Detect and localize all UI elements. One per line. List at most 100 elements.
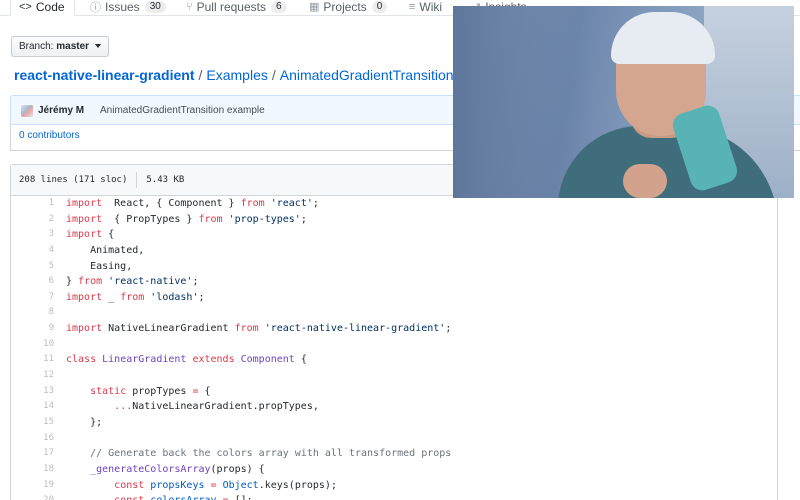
tab-wiki[interactable]: ≡ Wiki bbox=[409, 0, 442, 16]
line-number[interactable]: 4 bbox=[11, 243, 54, 259]
code-text: import { bbox=[66, 227, 114, 243]
line-number[interactable]: 5 bbox=[11, 259, 54, 275]
code-token: from bbox=[198, 213, 223, 225]
line-number[interactable]: 11 bbox=[11, 352, 54, 368]
line-number[interactable]: 13 bbox=[11, 384, 54, 400]
tab-issues[interactable]: ⓘ Issues 30 bbox=[90, 0, 166, 16]
tab-counter: 6 bbox=[270, 0, 287, 13]
breadcrumb-repo-link[interactable]: react-native-linear-gradient bbox=[14, 67, 195, 83]
code-token: from bbox=[240, 198, 265, 209]
tab-code[interactable]: <> Code bbox=[10, 0, 75, 16]
code-line: 3 import { bbox=[11, 227, 777, 243]
file-viewer: 208 lines (171 sloc) 5.43 KB 1 import Rea… bbox=[10, 164, 778, 500]
code-token: _generateColorsArray bbox=[90, 463, 211, 475]
code-token: = bbox=[204, 479, 217, 491]
code-token: colorsArray bbox=[144, 495, 216, 500]
tab-counter: 0 bbox=[371, 0, 388, 13]
code-token: propTypes bbox=[126, 385, 193, 397]
code-token: _ bbox=[102, 291, 121, 303]
code-line: 6} from 'react-native'; bbox=[11, 274, 777, 290]
code-line: 13 static propTypes = { bbox=[11, 384, 777, 400]
code-line: 7 import _ from 'lodash'; bbox=[11, 290, 777, 306]
line-number[interactable]: 9 bbox=[11, 321, 54, 337]
line-number[interactable]: 1 bbox=[11, 196, 54, 212]
line-number[interactable]: 15 bbox=[11, 415, 54, 431]
code-line: 18 _generateColorsArray(props) { bbox=[11, 462, 777, 478]
code-line: 11 class LinearGradient extends Component… bbox=[11, 352, 777, 368]
breadcrumb-separator: / bbox=[198, 67, 203, 83]
code-text: }; bbox=[66, 415, 102, 431]
code-text: ...NativeLinearGradient.propTypes, bbox=[66, 399, 319, 415]
code-token: 'lodash' bbox=[144, 291, 199, 303]
code-text: const colorsArray = []; bbox=[66, 493, 253, 500]
line-number[interactable]: 20 bbox=[11, 493, 54, 500]
code-token: propsKeys bbox=[144, 479, 205, 491]
code-token: LinearGradient bbox=[96, 354, 187, 366]
line-number[interactable]: 10 bbox=[11, 337, 54, 353]
code-token: const bbox=[114, 479, 145, 491]
tab-projects[interactable]: ▦ Projects 0 bbox=[309, 0, 388, 16]
caret-down-icon bbox=[94, 44, 101, 49]
code-line: 12 bbox=[11, 368, 777, 384]
code-token: extends bbox=[186, 354, 235, 366]
code-text: Animated, bbox=[66, 243, 144, 259]
line-number[interactable]: 6 bbox=[11, 274, 54, 290]
code-token: } bbox=[66, 276, 79, 288]
line-number[interactable]: 7 bbox=[11, 290, 54, 306]
file-size: 5.43 KB bbox=[146, 175, 185, 185]
code-token: // Generate back the colors array with a… bbox=[90, 448, 452, 460]
code-text: class LinearGradient extends Component { bbox=[66, 352, 307, 368]
breadcrumb-separator: / bbox=[271, 67, 276, 83]
breadcrumb-examples-link[interactable]: Examples bbox=[206, 67, 267, 83]
branch-select-button[interactable]: Branch: master bbox=[11, 36, 109, 57]
branch-name: master bbox=[56, 41, 90, 52]
line-number[interactable]: 14 bbox=[11, 399, 54, 415]
line-number[interactable]: 3 bbox=[11, 227, 54, 243]
code-token: ; bbox=[445, 323, 452, 335]
code-token: from bbox=[120, 291, 145, 303]
breadcrumb-folder-link[interactable]: AnimatedGradientTransition bbox=[280, 67, 454, 83]
code-token: ... bbox=[114, 401, 133, 413]
avatar[interactable] bbox=[21, 105, 33, 117]
tab-label: Pull requests bbox=[196, 0, 266, 14]
code-token: ; bbox=[192, 276, 199, 288]
code-token: NativeLinearGradient bbox=[102, 323, 235, 335]
code-token: 'react' bbox=[264, 198, 313, 209]
code-token: { PropTypes } bbox=[102, 213, 199, 225]
code-token: import bbox=[66, 323, 103, 335]
code-token: { bbox=[198, 385, 211, 397]
code-token: []; bbox=[229, 495, 253, 500]
line-number[interactable]: 17 bbox=[11, 446, 54, 462]
video-overlay bbox=[453, 6, 794, 198]
code-line: 9 import NativeLinearGradient from 'react… bbox=[11, 321, 777, 337]
code-line: 2 import { PropTypes } from 'prop-types'; bbox=[11, 212, 777, 228]
line-number[interactable]: 12 bbox=[11, 368, 54, 384]
code-token: ; bbox=[300, 213, 307, 225]
code-token: const bbox=[114, 495, 144, 500]
code-token: from bbox=[78, 276, 103, 288]
code-blob: 1 import React, { Component } from 'react… bbox=[11, 196, 777, 500]
code-line: 17 // Generate back the colors array wit… bbox=[11, 446, 777, 462]
tab-pull-requests[interactable]: ⑂ Pull requests 6 bbox=[186, 0, 287, 16]
code-line: 4 Animated, bbox=[11, 243, 777, 259]
line-number[interactable]: 2 bbox=[11, 212, 54, 228]
line-number[interactable]: 16 bbox=[11, 431, 54, 447]
code-token: 'react-native' bbox=[102, 276, 193, 288]
line-number[interactable]: 8 bbox=[11, 305, 54, 321]
tab-label: Wiki bbox=[419, 0, 443, 14]
commit-message[interactable]: AnimatedGradientTransition example bbox=[100, 105, 265, 116]
code-line: 14 ...NativeLinearGradient.propTypes, bbox=[11, 399, 777, 415]
tab-label: Issues bbox=[105, 0, 140, 14]
line-number[interactable]: 18 bbox=[11, 462, 54, 478]
code-line: 8 bbox=[11, 305, 777, 321]
contributors-link[interactable]: 0 contributors bbox=[19, 130, 80, 141]
commit-author[interactable]: Jérémy M bbox=[38, 105, 84, 116]
code-token: NativeLinearGradient.propTypes, bbox=[132, 401, 319, 413]
code-token: ; bbox=[198, 291, 205, 303]
line-number[interactable]: 19 bbox=[11, 478, 54, 494]
tab-label: Code bbox=[35, 0, 65, 14]
